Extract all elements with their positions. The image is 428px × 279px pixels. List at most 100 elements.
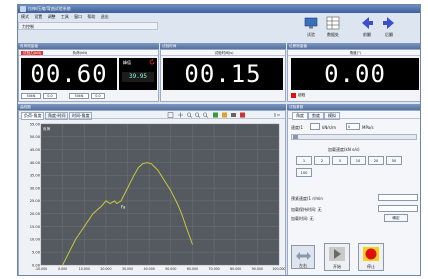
force-zero-button-2[interactable]: 0.0: [91, 93, 105, 99]
toolbar-next-label: 后翻: [385, 32, 393, 37]
stop-button[interactable]: 停止: [358, 243, 384, 271]
angle-value-display: 0.00: [291, 58, 419, 90]
rate-button-10[interactable]: 10: [350, 156, 366, 165]
settings-tabs: 角度 剪度 模拟: [288, 111, 420, 120]
time-panel: 试验时间(s) 00.15: [160, 49, 286, 102]
settings-panel: 角度 剪度 模拟 速度(1 kN/s/m 0 MPa/s 加载速度(kN e/s…: [287, 110, 420, 275]
y-tick-label: 50.00: [30, 135, 41, 139]
x-tick-label: 30.000: [122, 267, 133, 271]
load-time-label: 加载时间: 无: [291, 216, 314, 221]
stop-icon: [363, 247, 379, 261]
force-panel: 试验力(kN) 负荷(kN) 00.60 峰值 39.95 50kN 0.0 5…: [18, 49, 159, 102]
toolbar-next-button[interactable]: 后翻: [378, 14, 400, 42]
speed-slider[interactable]: [291, 134, 417, 140]
speed-unit-a: kN/s/m: [322, 125, 336, 130]
force-tab-row: 试验力(kN) 负荷(kN): [19, 50, 158, 56]
x-tick-label: -10.000: [35, 267, 47, 271]
x-tick-label: 80.000: [230, 267, 241, 271]
toolbar-data-label: 数据处: [327, 32, 339, 37]
y-tick-label: 35.00: [30, 174, 41, 178]
delete-icon: [240, 112, 245, 118]
hold-time-input[interactable]: [378, 205, 418, 212]
arrow-right-icon: [383, 17, 394, 29]
time-value-display: 00.15: [163, 58, 283, 90]
angle-panel: 角度(°) 0.00 超程: [287, 49, 420, 102]
refresh-icon[interactable]: [149, 59, 155, 65]
angle-tab: 角度(°): [349, 51, 362, 55]
force-zero-button-1[interactable]: 0.0: [43, 93, 57, 99]
speed-slider-thumb[interactable]: [293, 135, 298, 139]
monitor-icon: [304, 17, 318, 29]
time-tab-row: 试验时间(s): [161, 50, 285, 56]
settings-tab-angle[interactable]: 角度: [292, 112, 308, 120]
fit-icon: [213, 112, 218, 118]
rate-button-50[interactable]: 50: [386, 156, 402, 165]
peak-value: 39.95: [122, 72, 154, 82]
toolbar-test-button[interactable]: 试验: [300, 14, 322, 42]
y-tick-label: 5.00: [32, 250, 41, 254]
rate-label: 加载速度(kN e/s): [328, 147, 360, 152]
load-curve-chart[interactable]: 55.00 50.00 45.00 40.00 35.00 30.00 25.00 20.00…: [19, 120, 285, 276]
print-icon: [231, 113, 236, 117]
left-right-label: 左右: [299, 263, 307, 268]
force-range-button-1[interactable]: 50kN: [21, 93, 41, 99]
pin-icon: [274, 113, 280, 117]
x-tick-label: 100.000: [272, 267, 285, 271]
rate-button-20[interactable]: 20: [368, 156, 384, 165]
force-unit-header: 负荷(kN): [72, 51, 88, 55]
left-right-icon: [296, 252, 311, 260]
curve-tab-time-angle[interactable]: 时间-角度: [69, 112, 93, 120]
zoom-select-icon: [167, 112, 174, 118]
start-label: 开始: [333, 264, 341, 269]
start-button[interactable]: 开始: [324, 243, 350, 271]
curve-toolbar: [167, 112, 280, 118]
menu-bar: 模式 设置 调整 工具 窗口 帮助 退出: [18, 13, 238, 21]
confirm-button[interactable]: 确定: [384, 214, 408, 222]
speed-label: 速度(1: [291, 125, 304, 130]
toolbar-prev-button[interactable]: 前翻: [356, 14, 378, 42]
y-tick-label: 10.00: [30, 238, 41, 242]
rate-button-1[interactable]: 1: [296, 156, 312, 165]
toolbar-data-button[interactable]: 数据处: [322, 14, 344, 42]
rate-button-2[interactable]: 2: [314, 156, 330, 165]
curve-tab-load-angle[interactable]: 负荷-角度: [21, 112, 45, 120]
control-mode-box[interactable]: 力控制: [18, 22, 158, 30]
menu-help[interactable]: 帮助: [87, 14, 95, 19]
menu-settings[interactable]: 设置: [34, 14, 42, 19]
menu-tools[interactable]: 工具: [61, 14, 69, 19]
settings-panel-title: 试验参数: [289, 105, 304, 109]
menu-mode[interactable]: 模式: [21, 14, 29, 19]
angle-panel-title: 位移测量值: [289, 44, 307, 48]
app-window: 拉伸/压缩/弯曲试验系统 模式 设置 调整 工具 窗口 帮助 退出 力控制 试验…: [17, 4, 421, 276]
toolbar-prev-label: 前翻: [363, 32, 371, 37]
curve-tabs: 负荷-角度 角度-时间 时间-角度: [19, 111, 285, 120]
annotation-fa: Fa: [121, 205, 126, 210]
menu-window[interactable]: 窗口: [74, 14, 82, 19]
rate-button-100[interactable]: 100: [296, 168, 312, 177]
curve-tab-angle-time[interactable]: 角度-时间: [45, 112, 69, 120]
settings-tab-sim[interactable]: 模拟: [324, 112, 340, 120]
menu-exit[interactable]: 退出: [101, 14, 109, 19]
speed-input-2[interactable]: 0: [346, 123, 360, 130]
pan-icon: [178, 112, 183, 118]
speed-input-1[interactable]: [310, 123, 320, 130]
curve-panel: 负荷-角度 角度-时间 时间-角度 55.00 50.00 45.00 40.00 35…: [18, 110, 286, 276]
play-icon: [329, 247, 345, 261]
preload-input[interactable]: [378, 194, 418, 201]
zoom-in-icon: [186, 112, 193, 118]
curve-panel-title: 曲线图: [20, 105, 31, 109]
grid-icon: [222, 112, 227, 118]
force-tab[interactable]: 试验力(kN): [21, 51, 44, 55]
force-range-button-2[interactable]: 50kN: [69, 93, 89, 99]
y-tick-label: 15.00: [30, 225, 41, 229]
y-tick-label: 20.00: [30, 212, 41, 216]
left-right-button[interactable]: 左右: [291, 245, 315, 269]
menu-adjust[interactable]: 调整: [48, 14, 56, 19]
overrange-indicator: [291, 93, 296, 98]
rate-button-5[interactable]: 5: [332, 156, 348, 165]
time-tab: 试验时间(s): [214, 51, 234, 55]
x-tick-label: 60.000: [187, 267, 198, 271]
settings-tab-shear[interactable]: 剪度: [308, 112, 324, 120]
force-panel-title: 负荷测量值: [20, 44, 38, 48]
preload-label: 预紧速度(1 r/min: [291, 196, 323, 201]
